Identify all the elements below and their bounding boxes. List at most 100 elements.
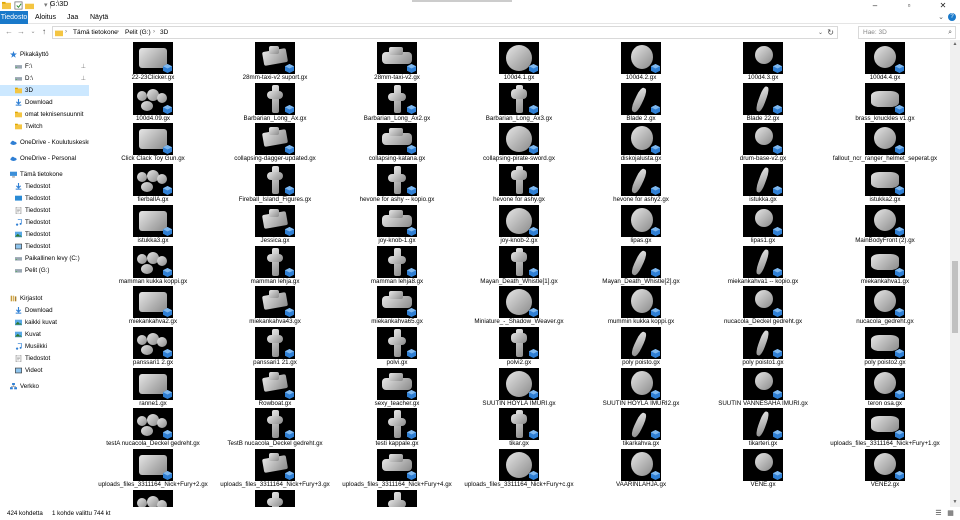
file-item[interactable]: ranne1.gx bbox=[92, 367, 214, 409]
file-item[interactable]: nucacola_Deckel gedreht.gx bbox=[702, 286, 824, 327]
nav-item[interactable]: Tiedostot bbox=[0, 193, 89, 204]
file-item[interactable]: Barbarian_Long_Ax2.gx bbox=[336, 82, 458, 124]
file-item[interactable]: MainBodyFront (2).gx bbox=[824, 204, 946, 246]
up-button[interactable]: ↑ bbox=[38, 26, 50, 38]
vertical-scrollbar[interactable]: ▲ ▼ bbox=[950, 40, 960, 507]
nav-item[interactable]: Download bbox=[0, 97, 89, 108]
breadcrumb-folder[interactable]: 3D bbox=[160, 29, 168, 36]
pin-icon[interactable]: ⊥ bbox=[81, 73, 86, 84]
nav-item[interactable]: OneDrive - Koulutuskeskus bbox=[0, 137, 89, 148]
tab-home[interactable]: Aloitus bbox=[31, 11, 60, 24]
tab-share[interactable]: Jaa bbox=[63, 11, 82, 24]
nav-item[interactable]: Paikallinen levy (C:) bbox=[0, 253, 89, 264]
file-item[interactable]: SUUTIN HÖYLÄ IMURI.gx bbox=[458, 367, 580, 409]
file-item[interactable]: 28mm-taxi-v2.gx bbox=[336, 42, 458, 83]
scroll-up-icon[interactable]: ▲ bbox=[950, 40, 960, 49]
file-item[interactable]: mamman lehja8.gx bbox=[336, 245, 458, 287]
file-item[interactable]: miekankahva65.gx bbox=[336, 286, 458, 327]
file-item[interactable]: 100d4.2.gx bbox=[580, 42, 702, 83]
search-input[interactable]: Hae: 3D ⌕ bbox=[858, 26, 956, 39]
file-item[interactable]: collapsing-dagger-updated.gx bbox=[214, 123, 336, 164]
file-item[interactable]: istukka2.gx bbox=[824, 164, 946, 205]
forward-button[interactable]: → bbox=[15, 26, 27, 38]
nav-item[interactable]: Musiikki bbox=[0, 341, 89, 352]
scroll-down-icon[interactable]: ▼ bbox=[950, 498, 960, 507]
file-item[interactable]: mamman kukka koppi.gx bbox=[92, 245, 214, 287]
file-item[interactable]: drum-base-v2.gx bbox=[702, 123, 824, 164]
address-dropdown-icon[interactable]: ⌄ bbox=[818, 29, 823, 36]
file-item[interactable]: hevone for ashy -- kopio.gx bbox=[336, 164, 458, 205]
file-item[interactable]: brass_knuckles v1.gx bbox=[824, 82, 946, 124]
nav-item[interactable]: Kuvat bbox=[0, 329, 89, 340]
file-item[interactable] bbox=[92, 489, 214, 507]
file-item[interactable]: diskojalusta.gx bbox=[580, 123, 702, 164]
file-item[interactable]: uploads_files_3311164_Nick+Fury+c.gx bbox=[458, 449, 580, 490]
file-item[interactable]: lipas1.gx bbox=[702, 204, 824, 246]
file-item[interactable]: uploads_files_3311164_Nick+Fury+1.gx bbox=[824, 408, 946, 449]
nav-item[interactable]: 3D bbox=[0, 85, 89, 96]
file-item[interactable]: joy-knob-2.gx bbox=[458, 204, 580, 246]
nav-item[interactable]: Tiedostot bbox=[0, 181, 89, 192]
close-button[interactable]: ✕ bbox=[926, 0, 960, 11]
file-item[interactable]: Barbarian_Long_Ax.gx bbox=[214, 82, 336, 124]
address-bar[interactable]: › Tämä tietokone › Pelit (G:) › 3D ⌄ ↻ bbox=[52, 26, 838, 39]
scrollbar-thumb[interactable] bbox=[952, 261, 958, 333]
file-item[interactable]: hevone for ashy2.gx bbox=[580, 164, 702, 205]
file-item[interactable]: uploads_files_3311164_Nick+Fury+2.gx bbox=[92, 449, 214, 490]
file-item[interactable]: 22-23Clicker.gx bbox=[92, 42, 214, 83]
file-item[interactable]: miekankahva43.gx bbox=[214, 286, 336, 327]
nav-item[interactable]: Tiedostot bbox=[0, 229, 89, 240]
file-item[interactable]: Rowboat.gx bbox=[214, 367, 336, 409]
title-drag-area[interactable] bbox=[412, 0, 512, 2]
file-item[interactable]: VAARINLAHJA.gx bbox=[580, 449, 702, 490]
file-item[interactable]: tikarkahva.gx bbox=[580, 408, 702, 449]
file-item[interactable]: Fireball_Island_Figures.gx bbox=[214, 164, 336, 205]
file-item[interactable]: Mayan_Death_Whistle[2].gx bbox=[580, 245, 702, 287]
file-item[interactable]: sexy_teacher.gx bbox=[336, 367, 458, 409]
nav-item[interactable]: Tämä tietokone bbox=[0, 169, 89, 180]
file-item[interactable]: SUUTIN HÖYLÄ IMURI2.gx bbox=[580, 367, 702, 409]
file-item[interactable]: poly poisto2.gx bbox=[824, 326, 946, 368]
file-item[interactable]: Barbarian_Long_Ax3.gx bbox=[458, 82, 580, 124]
nav-item[interactable]: Tiedostot bbox=[0, 353, 89, 364]
file-item[interactable]: testi kappale.gx bbox=[336, 408, 458, 449]
file-item[interactable]: 100d4.4.gx bbox=[824, 42, 946, 83]
file-item[interactable]: 100d4.3.gx bbox=[702, 42, 824, 83]
file-item[interactable]: miekankahva1 -- kopio.gx bbox=[702, 245, 824, 287]
file-item[interactable]: poly poisto.gx bbox=[580, 326, 702, 368]
file-item[interactable]: polvi2.gx bbox=[458, 326, 580, 368]
file-item[interactable]: tikar.gx bbox=[458, 408, 580, 449]
file-item[interactable]: miekankahva1.gx bbox=[824, 245, 946, 287]
nav-item[interactable]: Pelit (G:) bbox=[0, 265, 89, 276]
file-item[interactable]: 100d4.09.gx bbox=[92, 82, 214, 124]
file-item[interactable]: lipas.gx bbox=[580, 204, 702, 246]
back-button[interactable]: ← bbox=[3, 26, 15, 38]
details-view-icon[interactable]: ☰ bbox=[934, 509, 943, 518]
file-item[interactable]: hevone for ashy.gx bbox=[458, 164, 580, 205]
file-item[interactable]: mamman lehja.gx bbox=[214, 245, 336, 287]
nav-item[interactable]: Download bbox=[0, 305, 89, 316]
tab-view[interactable]: Näytä bbox=[86, 11, 112, 24]
file-item[interactable]: polvi.gx bbox=[336, 326, 458, 368]
file-item[interactable]: Jessica.gx bbox=[214, 204, 336, 246]
nav-item[interactable]: omat teknisensuunnit bbox=[0, 109, 89, 120]
file-item[interactable]: miekankahva2.gx bbox=[92, 286, 214, 327]
nav-item[interactable]: Tiedostot bbox=[0, 205, 89, 216]
nav-item[interactable]: OneDrive - Personal bbox=[0, 153, 89, 164]
file-item[interactable]: Blade 2.gx bbox=[580, 82, 702, 124]
file-item[interactable]: tikarteri.gx bbox=[702, 408, 824, 449]
nav-item[interactable]: Videot bbox=[0, 365, 89, 376]
pin-icon[interactable]: ⊥ bbox=[81, 61, 86, 72]
file-item[interactable]: uploads_files_3311164_Nick+Fury+4.gx bbox=[336, 449, 458, 490]
file-item[interactable]: Click Clack Toy Gun.gx bbox=[92, 123, 214, 164]
new-folder-icon[interactable] bbox=[25, 1, 34, 10]
file-item[interactable]: 28mm-taxi-v2 suport.gx bbox=[214, 42, 336, 83]
nav-item[interactable]: Tiedostot bbox=[0, 241, 89, 252]
file-item[interactable]: SUUTIN VANNESAHA IMURI.gx bbox=[702, 367, 824, 409]
file-item[interactable]: fierbalIA.gx bbox=[92, 164, 214, 205]
file-item[interactable] bbox=[336, 489, 458, 507]
breadcrumb-drive[interactable]: Pelit (G:) bbox=[125, 29, 151, 36]
file-item[interactable]: istukka3.gx bbox=[92, 204, 214, 246]
minimize-button[interactable]: – bbox=[858, 0, 892, 11]
nav-item[interactable]: D:\ ⊥ bbox=[0, 73, 89, 84]
